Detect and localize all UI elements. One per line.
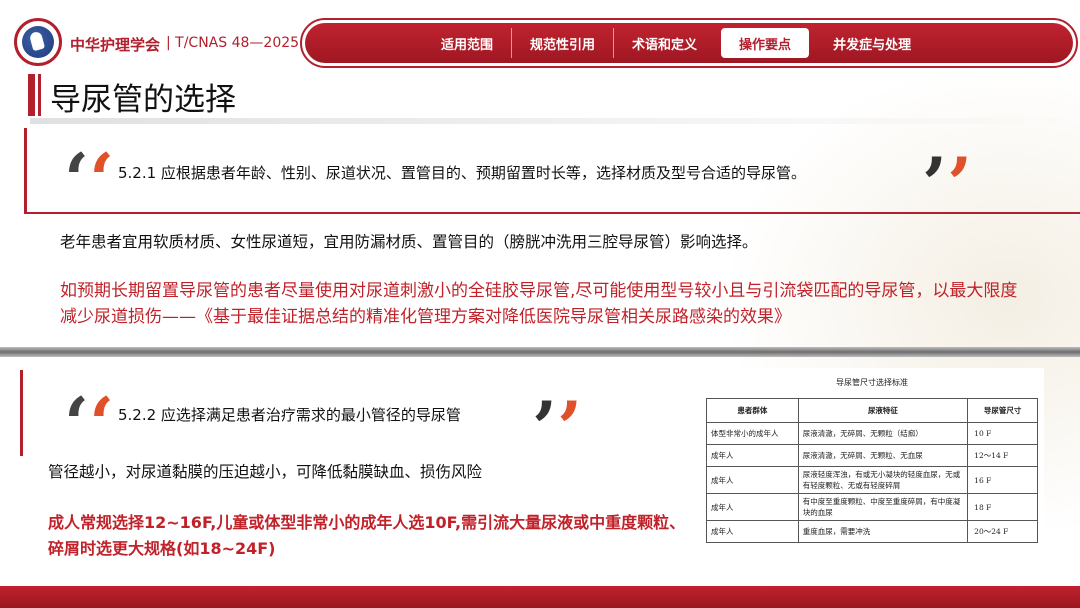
clause-5-2-2-text: 5.2.2 应选择满足患者治疗需求的最小管径的导尿管 — [118, 406, 461, 424]
quote-card-5-2-1: ‘‘ 5.2.1 应根据患者年龄、性别、尿道状况、置管目的、预期留置时长等，选择… — [24, 128, 1080, 222]
standard-code: | T/CNAS 48—2025 — [166, 35, 300, 51]
title-accent-bar — [28, 74, 35, 116]
header: 中华护理学会 | T/CNAS 48—2025 适用范围 规范性引用 术语和定义… — [0, 0, 1080, 72]
catheter-size-table-card: 导尿管尺寸选择标准 患者群体 尿液特征 导尿管尺寸 体型非常小的成年人 尿液清澈… — [700, 368, 1044, 560]
tab-operation-points[interactable]: 操作要点 — [721, 28, 810, 58]
table-cell: 有中度至重度颗粒、中度至重度碎屑，有中度凝块的血尿 — [797, 493, 969, 521]
table-cell: 尿液轻度浑浊，有或无小凝块的轻度血尿，无或有轻度颗粒、无或有轻度碎屑 — [797, 466, 969, 494]
tab-scope[interactable]: 适用范围 — [423, 28, 511, 58]
top-navigation: 适用范围 规范性引用 术语和定义 操作要点 并发症与处理 — [300, 18, 1078, 68]
table-cell: 16 F — [967, 466, 1038, 494]
table-cell: 18 F — [967, 493, 1038, 521]
table-row: 成年人 有中度至重度颗粒、中度至重度碎屑，有中度凝块的血尿 18 F — [706, 493, 1038, 521]
table-row: 成年人 尿液轻度浑浊，有或无小凝块的轻度血尿，无或有轻度颗粒、无或有轻度碎屑 1… — [706, 466, 1038, 494]
section1-evidence: 如预期长期留置导尿管的患者尽量使用对尿道刺激小的全硅胶导尿管,尽可能使用型号较小… — [60, 281, 1018, 327]
table-header-row: 患者群体 尿液特征 导尿管尺寸 — [706, 398, 1038, 423]
section-divider — [0, 347, 1080, 357]
table-cell: 20～24 F — [967, 520, 1038, 543]
title-accent-bar-thin — [38, 74, 41, 116]
table-row: 成年人 重度血尿，需要冲洗 20～24 F — [706, 520, 1038, 543]
organization-logo — [14, 18, 62, 66]
section1-note: 老年患者宜用软质材质、女性尿道短，宜用防漏材质、置管目的（膀胱冲洗用三腔导尿管）… — [60, 233, 758, 251]
open-quote-icon: ‘‘ — [64, 381, 115, 466]
table-title: 导尿管尺寸选择标准 — [836, 378, 908, 387]
table-cell: 尿液清澈，无碎屑、无颗粒（结痂） — [797, 422, 969, 445]
table-row: 成年人 尿液清澈，无碎屑、无颗粒、无血尿 12～14 F — [706, 444, 1038, 467]
table-cell: 尿液清澈，无碎屑、无颗粒、无血尿 — [797, 444, 969, 467]
section2-guidance: 成人常规选择12~16F,儿童或体型非常小的成年人选10F,需引流大量尿液或中重… — [48, 513, 686, 558]
table-cell: 12～14 F — [967, 444, 1038, 467]
open-quote-icon: ‘‘ — [64, 137, 115, 222]
nav-tabs: 适用范围 规范性引用 术语和定义 操作要点 并发症与处理 — [305, 23, 1073, 63]
tab-terms-definitions[interactable]: 术语和定义 — [613, 28, 715, 58]
column-header: 患者群体 — [706, 398, 799, 423]
close-quote-icon: ’’ — [922, 141, 973, 226]
section2-note: 管径越小，对尿道黏膜的压迫越小，可降低黏膜缺血、损伤风险 — [48, 463, 483, 481]
table-cell: 成年人 — [706, 520, 799, 543]
column-header: 尿液特征 — [797, 398, 969, 423]
organization-name: 中华护理学会 — [70, 36, 161, 54]
table-cell: 体型非常小的成年人 — [706, 422, 799, 445]
table-cell: 成年人 — [706, 493, 799, 521]
close-quote-icon: ’’ — [532, 385, 583, 470]
tab-complications[interactable]: 并发症与处理 — [815, 28, 929, 58]
catheter-size-table: 患者群体 尿液特征 导尿管尺寸 体型非常小的成年人 尿液清澈，无碎屑、无颗粒（结… — [706, 398, 1038, 543]
clause-5-2-1-text: 5.2.1 应根据患者年龄、性别、尿道状况、置管目的、预期留置时长等，选择材质及… — [118, 164, 806, 182]
table-cell: 成年人 — [706, 444, 799, 467]
table-cell: 重度血尿，需要冲洗 — [797, 520, 969, 543]
tab-normative-references[interactable]: 规范性引用 — [511, 28, 613, 58]
page-title: 导尿管的选择 — [50, 82, 236, 118]
table-cell: 成年人 — [706, 466, 799, 494]
column-header: 导尿管尺寸 — [967, 398, 1038, 423]
table-row: 体型非常小的成年人 尿液清澈，无碎屑、无颗粒（结痂） 10 F — [706, 422, 1038, 445]
quote-card-5-2-2: ‘‘ 5.2.2 应选择满足患者治疗需求的最小管径的导尿管 ’’ — [20, 370, 696, 464]
footer-bar — [0, 586, 1080, 608]
table-cell: 10 F — [967, 422, 1038, 445]
